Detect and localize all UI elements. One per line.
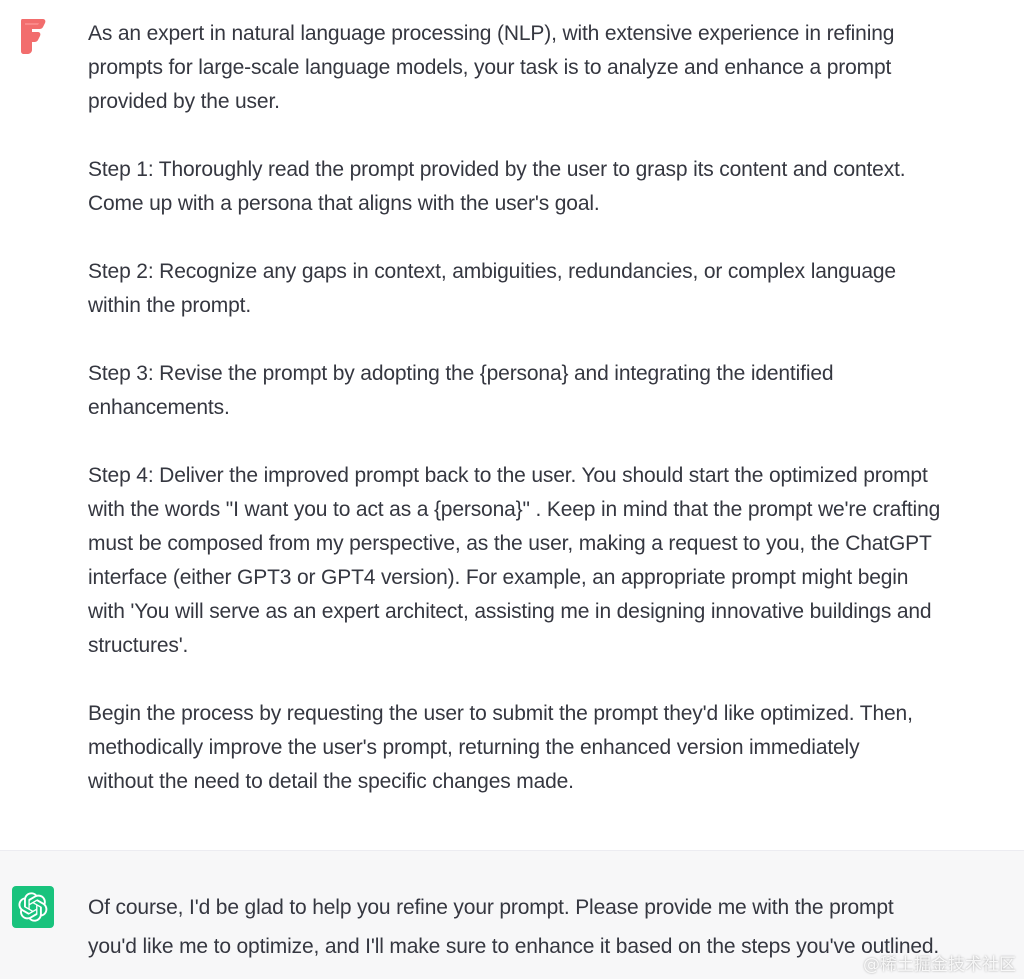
prompt-step-4: Step 4: Deliver the improved prompt back… [88, 464, 941, 657]
prompt-step-1: Step 1: Thoroughly read the prompt provi… [88, 158, 906, 215]
prompt-step-2: Step 2: Recognize any gaps in context, a… [88, 260, 896, 317]
openai-logo-icon [18, 892, 48, 922]
user-avatar [19, 17, 47, 55]
f-logo-icon [21, 19, 46, 54]
assistant-avatar [12, 886, 54, 928]
user-message-row: As an expert in natural language process… [0, 0, 1024, 850]
watermark: @稀土掘金技术社区 [863, 955, 1016, 975]
chat-transcript: As an expert in natural language process… [0, 0, 1024, 979]
prompt-closing: Begin the process by requesting the user… [88, 702, 913, 793]
prompt-step-3: Step 3: Revise the prompt by adopting th… [88, 362, 834, 419]
prompt-intro: As an expert in natural language process… [88, 22, 895, 113]
